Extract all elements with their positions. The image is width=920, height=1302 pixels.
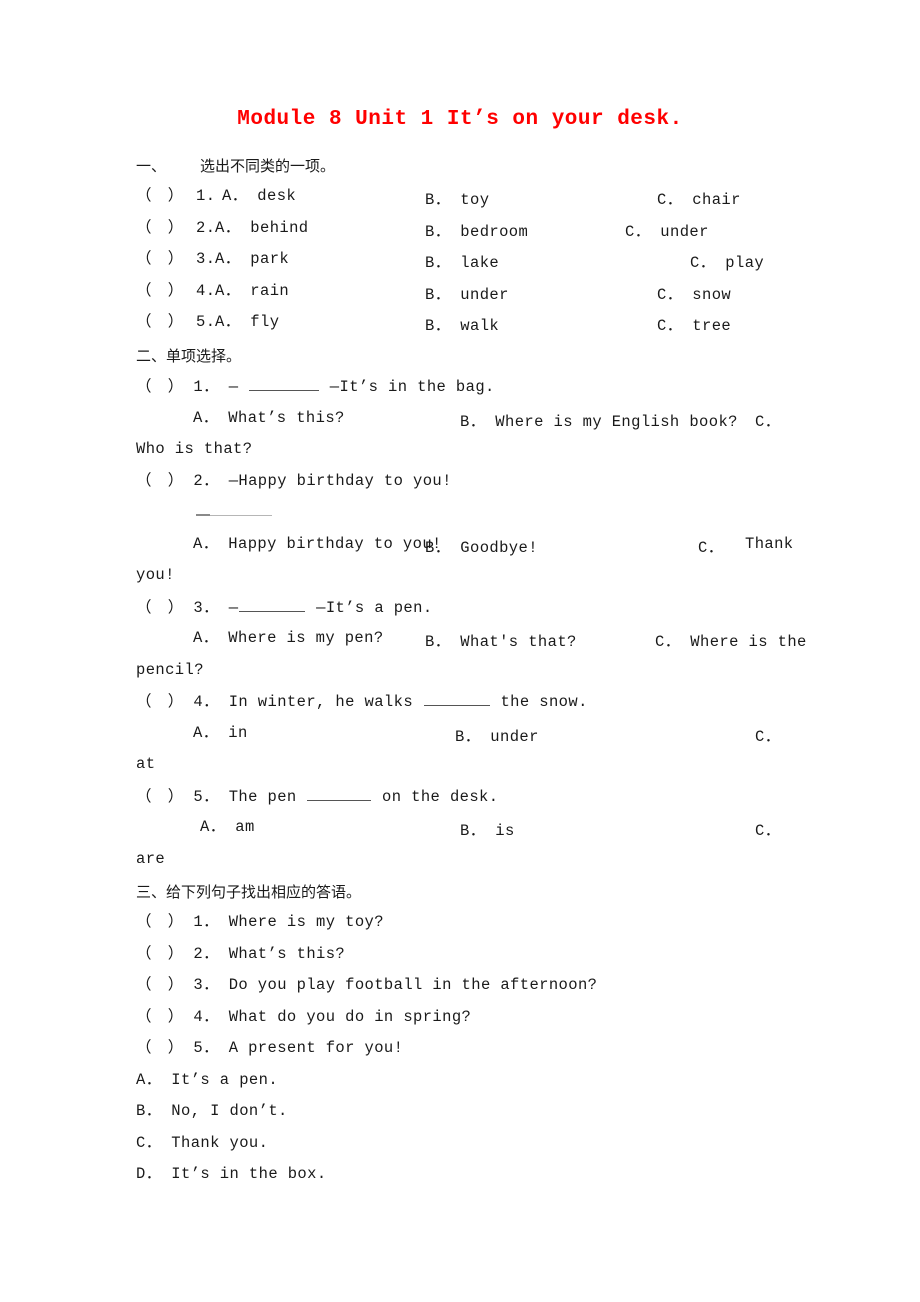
- worksheet-page: Module 8 Unit 1 It’s on your desk. 一、 选出不…: [0, 0, 920, 1302]
- q2-2-option-b[interactable]: B． Goodbye!: [425, 535, 538, 557]
- q2-2-option-c-head[interactable]: C．: [698, 535, 724, 557]
- q1-4-option-b[interactable]: B． under: [425, 282, 509, 304]
- q2-2-dash: [196, 508, 210, 516]
- q2-1-option-b[interactable]: B． Where is my English book?: [460, 409, 738, 431]
- q2-4-stem[interactable]: （ ） 4． In winter, he walks the snow.: [136, 692, 588, 711]
- q2-1-option-c-tail[interactable]: Who is that?: [136, 440, 252, 458]
- q2-4-option-c-head[interactable]: C．: [755, 724, 781, 746]
- q1-1-option-a[interactable]: A． desk: [222, 187, 296, 205]
- page-title: Module 8 Unit 1 It’s on your desk.: [237, 108, 683, 131]
- q3-1[interactable]: （ ） 1． Where is my toy?: [136, 913, 384, 931]
- q1-4-option-c[interactable]: C． snow: [657, 282, 731, 304]
- q2-2-second-line[interactable]: [196, 503, 272, 521]
- answer-option-b[interactable]: B． No, I don’t.: [136, 1102, 288, 1120]
- q1-3-marker[interactable]: （ ）: [136, 250, 184, 268]
- q1-5-option-c[interactable]: C． tree: [657, 313, 731, 335]
- section-3-index: 三、: [136, 883, 167, 901]
- q1-2-number: 2.: [196, 218, 216, 237]
- q1-3-option-c[interactable]: C． play: [690, 250, 764, 272]
- q2-1-option-c-head[interactable]: C．: [755, 409, 781, 431]
- q1-2-option-c[interactable]: C． under: [625, 219, 709, 241]
- q2-4-option-b[interactable]: B． under: [455, 724, 539, 746]
- q1-4-option-a[interactable]: A． rain: [215, 282, 289, 300]
- q3-3[interactable]: （ ） 3． Do you play football in the after…: [136, 976, 597, 994]
- q1-5-option-a[interactable]: A． fly: [215, 313, 279, 331]
- q2-1-blank[interactable]: [249, 377, 320, 391]
- q2-5-option-b[interactable]: B． is: [460, 818, 515, 840]
- q1-2-option-b[interactable]: B． bedroom: [425, 219, 528, 241]
- q2-5-option-a[interactable]: A． am: [200, 818, 255, 836]
- q2-2-blank[interactable]: [210, 507, 272, 516]
- q1-5-number: 5.: [196, 313, 216, 331]
- q2-2-option-a[interactable]: A． Happy birthday to you!: [193, 535, 442, 553]
- q2-2-option-c-tail[interactable]: you!: [136, 566, 175, 584]
- q1-3-option-a[interactable]: A． park: [215, 250, 289, 268]
- q2-1-option-a[interactable]: A． What’s this?: [193, 409, 345, 427]
- q1-4-number: 4.: [196, 281, 216, 300]
- q2-2-stem[interactable]: （ ） 2． —Happy birthday to you!: [136, 472, 452, 490]
- q1-3-number: 3.: [196, 250, 216, 268]
- q3-4[interactable]: （ ） 4． What do you do in spring?: [136, 1008, 471, 1026]
- q1-2-marker[interactable]: （ ）: [136, 219, 184, 237]
- q1-2-option-a[interactable]: A． behind: [215, 219, 309, 237]
- q2-5-option-c-tail[interactable]: are: [136, 850, 165, 868]
- q2-3-option-b[interactable]: B． What's that?: [425, 629, 577, 651]
- section-3-title: 给下列句子找出相应的答语。: [166, 883, 362, 901]
- section-1-heading: 一、 选出不同类的一项。: [136, 155, 335, 176]
- section-1-index: 一、: [136, 157, 167, 175]
- q1-5-option-b[interactable]: B． walk: [425, 313, 499, 335]
- q1-1-option-b[interactable]: B． toy: [425, 187, 489, 209]
- q2-5-blank[interactable]: [307, 787, 372, 801]
- section-2-index: 二、: [136, 347, 167, 365]
- q1-5-marker[interactable]: （ ）: [136, 313, 184, 331]
- q2-3-stem[interactable]: （ ） 3． — —It’s a pen.: [136, 598, 433, 617]
- section-3-heading: 三、给下列句子找出相应的答语。: [136, 881, 361, 902]
- q2-5-option-c-head[interactable]: C．: [755, 818, 781, 840]
- q1-1-number: 1.: [196, 187, 216, 205]
- q1-1-marker[interactable]: （ ）: [136, 187, 184, 205]
- q2-4-option-c-tail[interactable]: at: [136, 755, 155, 773]
- answer-option-d[interactable]: D． It’s in the box.: [136, 1165, 327, 1183]
- q2-3-blank[interactable]: [239, 598, 306, 612]
- answer-option-c[interactable]: C． Thank you.: [136, 1134, 268, 1152]
- q2-4-blank[interactable]: [423, 692, 490, 706]
- q2-3-option-c-head[interactable]: C． Where is the: [655, 629, 807, 651]
- q2-5-stem[interactable]: （ ） 5． The pen on the desk.: [136, 787, 498, 806]
- q2-3-option-c-tail[interactable]: pencil?: [136, 661, 204, 679]
- section-2-title: 单项选择。: [166, 347, 242, 365]
- section-2-heading: 二、单项选择。: [136, 345, 241, 366]
- section-1-title: 选出不同类的一项。: [200, 157, 336, 175]
- q1-1-option-c[interactable]: C． chair: [657, 187, 741, 209]
- answer-option-a[interactable]: A． It’s a pen.: [136, 1071, 278, 1089]
- q1-3-option-b[interactable]: B． lake: [425, 250, 499, 272]
- q2-4-option-a[interactable]: A． in: [193, 724, 248, 742]
- q2-3-option-a[interactable]: A． Where is my pen?: [193, 629, 384, 647]
- q3-2[interactable]: （ ） 2． What’s this?: [136, 945, 345, 963]
- q3-5[interactable]: （ ） 5． A present for you!: [136, 1039, 403, 1057]
- q2-1-stem[interactable]: （ ） 1． — —It’s in the bag.: [136, 377, 495, 396]
- q1-4-marker[interactable]: （ ）: [136, 282, 184, 300]
- q2-2-option-c-mid[interactable]: Thank: [745, 535, 794, 553]
